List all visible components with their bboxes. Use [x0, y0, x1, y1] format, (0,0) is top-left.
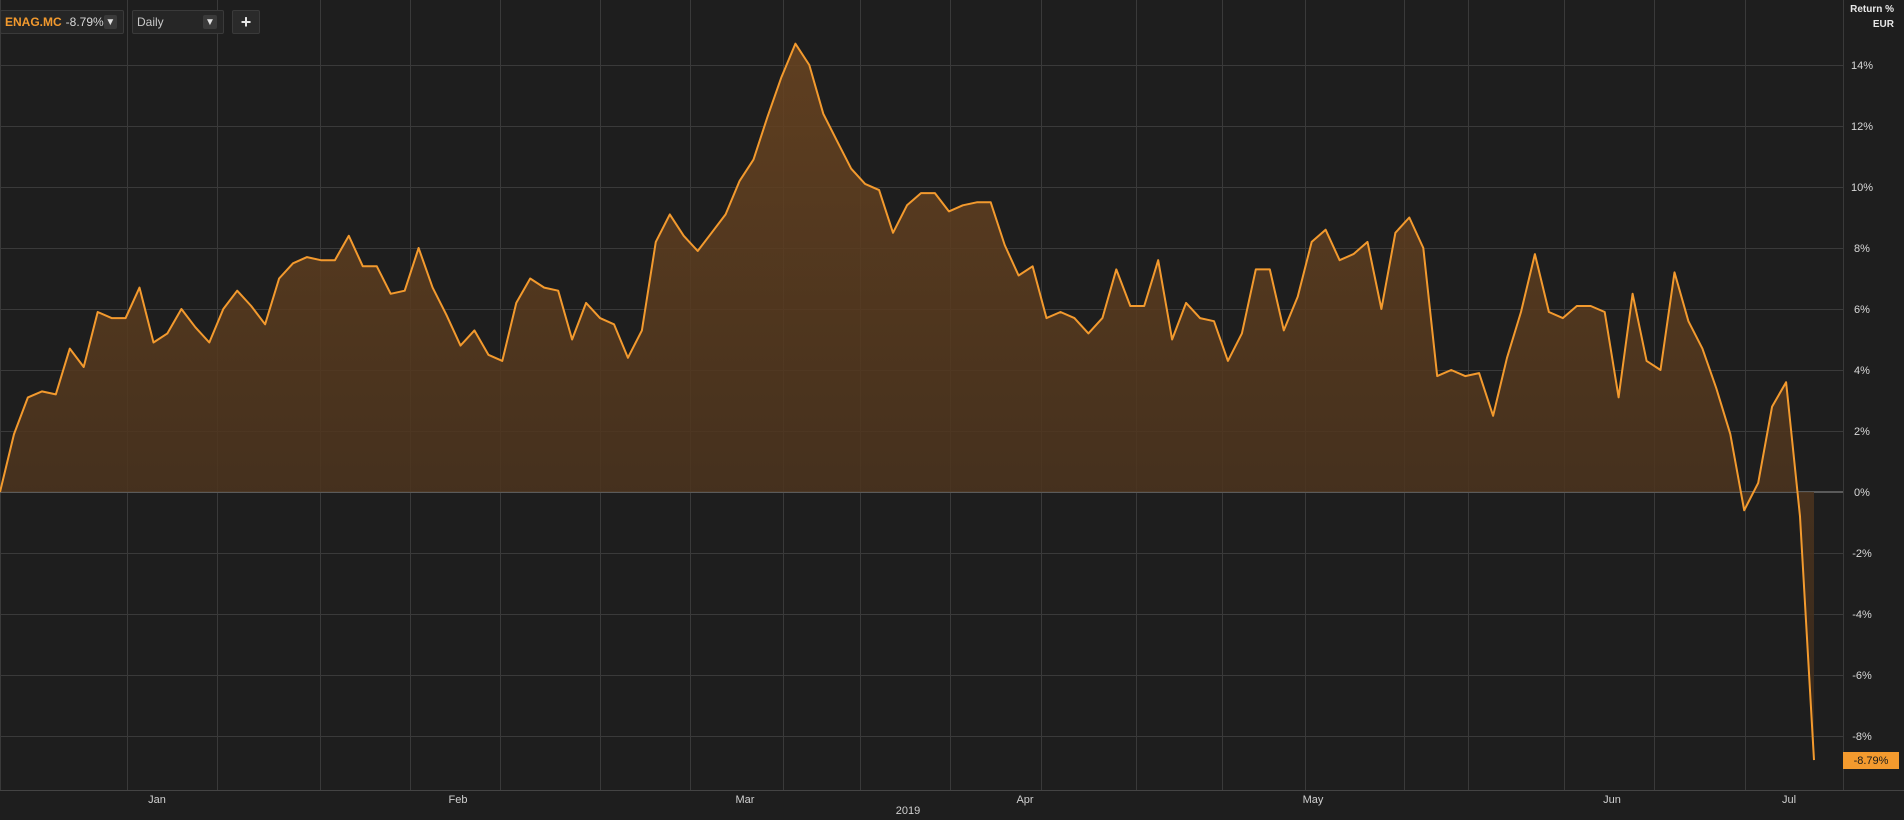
y-axis-ticks: 14% 12% 10% 8% 6% 4% 2% 0% -2% -4% -6% -8% [1851, 60, 1873, 743]
y-tick-label: 0% [1854, 487, 1870, 499]
x-tick-label: Mar [736, 794, 755, 806]
axis-currency-label: EUR [1872, 19, 1894, 30]
x-axis-year-label: 2019 [896, 805, 920, 817]
interval-dropdown[interactable]: Daily ▼ [132, 10, 224, 34]
axis-measure-label: Return % [1850, 4, 1894, 15]
y-tick-label: 4% [1854, 365, 1870, 377]
x-tick-label: Feb [449, 794, 468, 806]
x-tick-label: Jan [148, 794, 166, 806]
y-tick-label: -6% [1852, 670, 1872, 682]
y-tick-label: 14% [1851, 60, 1873, 72]
y-tick-label: -4% [1852, 609, 1872, 621]
y-tick-label: 12% [1851, 121, 1873, 133]
last-value-badge: -8.79% [1843, 752, 1899, 769]
y-tick-label: 10% [1851, 182, 1873, 194]
y-tick-label: 6% [1854, 304, 1870, 316]
return-chart[interactable]: 14% 12% 10% 8% 6% 4% 2% 0% -2% -4% -6% -8% Jan Feb Ma… [0, 0, 1904, 820]
add-series-button[interactable]: + [232, 10, 260, 34]
y-tick-label: -2% [1852, 548, 1872, 560]
x-axis-ticks: Jan Feb Mar Apr May Jun Jul [0, 790, 1904, 806]
x-tick-label: Apr [1016, 794, 1033, 806]
x-tick-label: Jul [1782, 794, 1796, 806]
return-area-fill [0, 43, 1814, 761]
x-tick-label: Jun [1603, 794, 1621, 806]
symbol-label: ENAG.MC [5, 15, 62, 29]
chart-toolbar: ENAG.MC -8.79% ▼ Daily ▼ + [0, 10, 260, 36]
y-tick-label: 2% [1854, 426, 1870, 438]
symbol-return-value: -8.79% [65, 15, 104, 29]
y-tick-label: 8% [1854, 243, 1870, 255]
y-tick-label: -8% [1852, 731, 1872, 743]
interval-label: Daily [137, 15, 164, 29]
symbol-dropdown[interactable]: ENAG.MC -8.79% ▼ [0, 10, 124, 34]
chevron-down-icon[interactable]: ▼ [203, 15, 217, 29]
chevron-down-icon[interactable]: ▼ [103, 15, 117, 29]
x-tick-label: May [1303, 794, 1324, 806]
chart-app: 14% 12% 10% 8% 6% 4% 2% 0% -2% -4% -6% -8% Jan Feb Ma… [0, 0, 1904, 820]
